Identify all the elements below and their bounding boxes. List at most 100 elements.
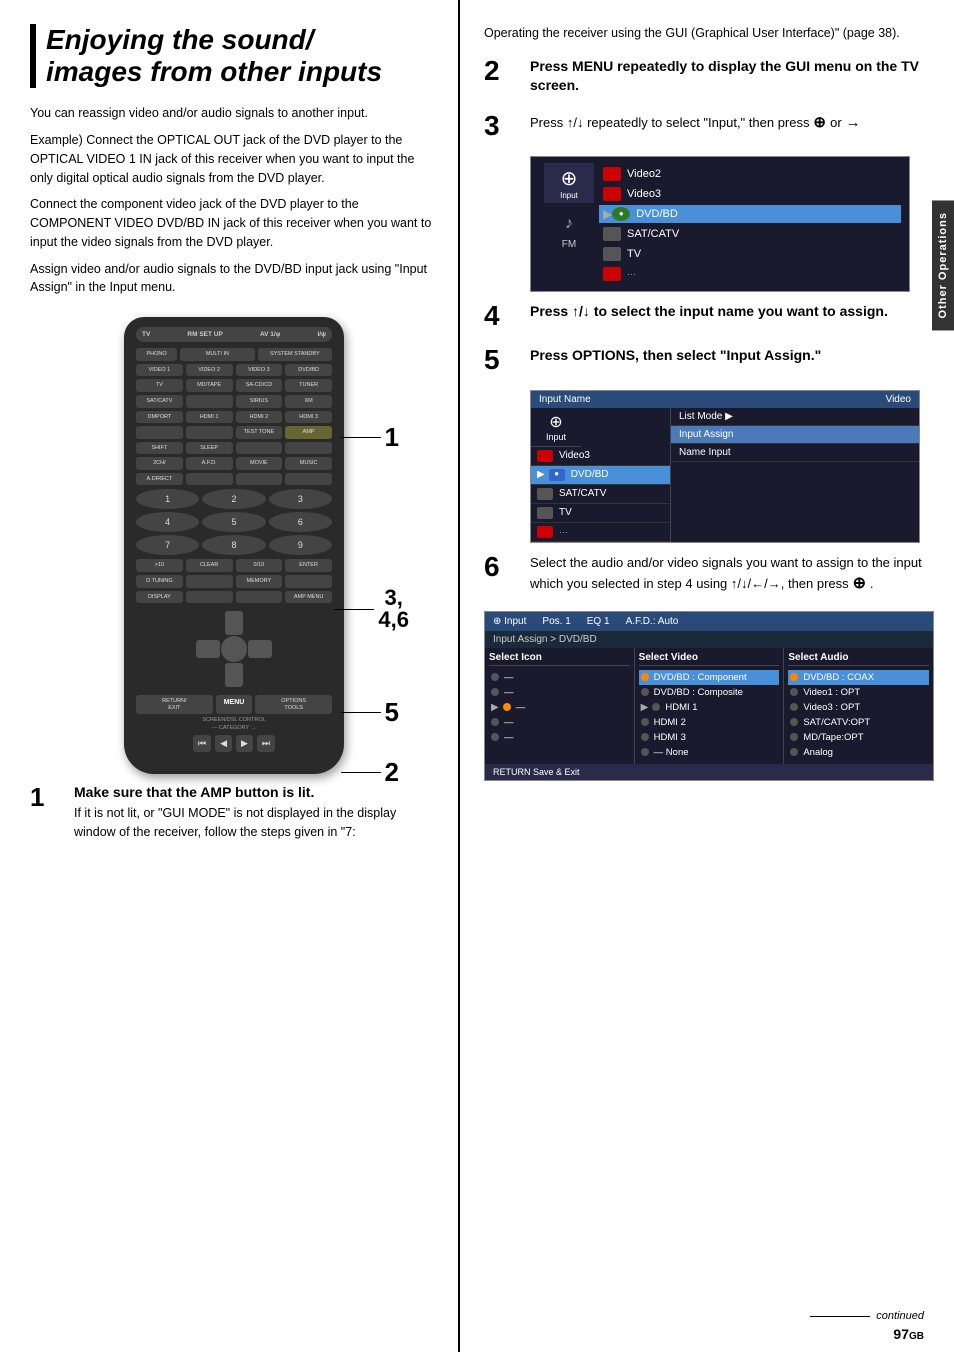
gui3-vdot-4: [641, 718, 649, 726]
remote-btn-testtone[interactable]: TEST TONE: [236, 426, 283, 439]
step1-number: 1: [30, 784, 66, 810]
remote-btn-video3[interactable]: VIDEO 3: [236, 364, 283, 377]
gui3-video-item6: — None: [639, 745, 780, 760]
remote-btn-ampmenu[interactable]: AMP MENU: [285, 591, 332, 604]
gui2-inputassign[interactable]: Input Assign: [671, 426, 919, 444]
step2-num: 2: [385, 757, 399, 788]
gui3-icon-item1: —: [489, 670, 630, 685]
gui3-adot-3: [790, 703, 798, 711]
step4-text: Press ↑/↓ to select the input name you w…: [530, 302, 888, 322]
remote-btn-6[interactable]: 6: [269, 512, 332, 532]
remote-btn-sleep[interactable]: SLEEP: [186, 442, 233, 455]
remote-btn-sacd[interactable]: SA-CD/CD: [236, 379, 283, 392]
video2-icon: [603, 167, 621, 181]
remote-btn-amp[interactable]: AMP: [285, 426, 332, 439]
gui3-video-item1[interactable]: DVD/BD : Component: [639, 670, 780, 685]
remote-btn-satcatv[interactable]: SAT/CATV: [136, 395, 183, 408]
dpad-right[interactable]: [248, 640, 272, 658]
remote-btn-next[interactable]: ⏭: [257, 735, 275, 752]
remote-btn-empty8: [285, 473, 332, 486]
step6-number: 6: [484, 553, 520, 581]
gui2-nameinput[interactable]: Name Input: [671, 444, 919, 462]
gui3-video-item4: HDMI 2: [639, 715, 780, 730]
gui3-adot-2: [790, 688, 798, 696]
remote-btn-display[interactable]: DISPLAY: [136, 591, 183, 604]
remote-btn-8[interactable]: 8: [202, 535, 265, 555]
remote-btn-7[interactable]: 7: [136, 535, 199, 555]
dpad-down[interactable]: [225, 663, 243, 687]
remote-btn-2[interactable]: 2: [202, 489, 265, 509]
gui3-col1-header: Select Icon: [489, 652, 630, 666]
step6-section: 6 Select the audio and/or video signals …: [484, 553, 934, 595]
remote-btn-hdmi1[interactable]: HDMI 1: [186, 411, 233, 424]
remote-btn-options[interactable]: OPTIONSTOOLS: [255, 695, 332, 714]
remote-btn-2ch[interactable]: 2CH/: [136, 457, 183, 470]
remote-btn-back[interactable]: ◀: [215, 735, 232, 752]
remote-btn-afd[interactable]: A.F.D.: [186, 457, 233, 470]
gui3-adot-6: [790, 748, 798, 756]
gui3-icon-item2: —: [489, 685, 630, 700]
gui2-row-dvdbd[interactable]: ▶ ● DVD/BD: [531, 466, 670, 485]
remote-btn-music[interactable]: MUSIC: [285, 457, 332, 470]
remote-btn-empty12: [236, 591, 283, 604]
remote-dpad[interactable]: [194, 609, 274, 689]
remote-btn-9[interactable]: 9: [269, 535, 332, 555]
remote-btn-sirius[interactable]: SIRIUS: [236, 395, 283, 408]
dpad-left[interactable]: [196, 640, 220, 658]
remote-btn-5[interactable]: 5: [202, 512, 265, 532]
gui3-dot-5: [491, 733, 499, 741]
remote-btn-clear[interactable]: CLEAR: [186, 559, 233, 572]
remote-btn-video2[interactable]: VIDEO 2: [186, 364, 233, 377]
remote-btn-tuner[interactable]: TUNER: [285, 379, 332, 392]
step5-num: 5: [385, 697, 399, 728]
intro-p1: You can reassign video and/or audio sign…: [30, 104, 438, 123]
remote-btn-video1[interactable]: VIDEO 1: [136, 364, 183, 377]
gui-row-dvdbd[interactable]: ▶ ● DVD/BD: [599, 205, 901, 223]
dpad-center[interactable]: [221, 636, 247, 662]
remote-btn-shift[interactable]: SHIFT: [136, 442, 183, 455]
gui-full-assign-screen: ⊕ Input Pos. 1 EQ 1 A.F.D.: Auto Input A…: [484, 611, 934, 781]
remote-btn-dvdbd[interactable]: DVD/BD: [285, 364, 332, 377]
remote-btn-hdmi2[interactable]: HDMI 2: [236, 411, 283, 424]
dpad-up[interactable]: [225, 611, 243, 635]
tv-icon: [603, 247, 621, 261]
gui3-audio-item3: Video3 : OPT: [788, 700, 929, 715]
remote-btn-phono[interactable]: PHONO: [136, 348, 177, 361]
remote-btn-fwd[interactable]: ▶: [236, 735, 253, 752]
remote-btn-3[interactable]: 3: [269, 489, 332, 509]
remote-btn-prev[interactable]: ⏮: [193, 735, 211, 752]
gui2-listmode[interactable]: List Mode ▶: [671, 408, 919, 426]
remote-btn-enter[interactable]: ENTER: [285, 559, 332, 572]
remote-btn-gt10[interactable]: >10: [136, 559, 183, 572]
remote-btn-mdtape[interactable]: MD/TAPE: [186, 379, 233, 392]
remote-btn-1[interactable]: 1: [136, 489, 199, 509]
remote-btn-memory[interactable]: MEMORY: [236, 575, 283, 588]
remote-btn-4[interactable]: 4: [136, 512, 199, 532]
gui2-right-panel: List Mode ▶ Input Assign Name Input: [671, 408, 919, 542]
gui-fm-badge: FM: [562, 239, 576, 250]
remote-btn-dmport[interactable]: DMPORT: [136, 411, 183, 424]
remote-btn-menu[interactable]: MENU: [216, 695, 253, 714]
remote-btn-tv[interactable]: TV: [136, 379, 183, 392]
step5-callout: 5: [341, 697, 399, 728]
remote-btn-010[interactable]: 0/10: [236, 559, 283, 572]
gui-assign-screen: Input Name Video ⊕ Input Video3 ▶ ●: [530, 390, 920, 543]
input-icon: ⊕: [550, 166, 588, 191]
remote-btn-dtuning[interactable]: D.TUNING: [136, 575, 183, 588]
remote-btn-return[interactable]: RETURN/EXIT: [136, 695, 213, 714]
gui3-vdot-3: [652, 703, 660, 711]
gui2-tv-icon: [537, 507, 553, 519]
remote-btn-movie[interactable]: MOVIE: [236, 457, 283, 470]
remote-btn-sysstandby[interactable]: SYSTEM STANDBY: [258, 348, 332, 361]
remote-btn-adirect[interactable]: A.DIRECT: [136, 473, 183, 486]
step3-section: 3 Press ↑/↓ repeatedly to select "Input,…: [484, 112, 934, 140]
gui3-audio-item1[interactable]: DVD/BD : COAX: [788, 670, 929, 685]
gui3-icon-item5: —: [489, 730, 630, 745]
remote-btn-xm[interactable]: XM: [285, 395, 332, 408]
gui3-audio-item5: MD/Tape:OPT: [788, 730, 929, 745]
step3-num: 3,: [385, 587, 403, 609]
remote-btn-multiin[interactable]: MULTI IN: [180, 348, 254, 361]
remote-category-label: — CATEGORY →: [136, 725, 332, 731]
remote-btn-hdmi3[interactable]: HDMI 3: [285, 411, 332, 424]
gui-rows-section: Video2 Video3 ▶ ● DVD/BD SAT/CATV: [599, 163, 901, 285]
